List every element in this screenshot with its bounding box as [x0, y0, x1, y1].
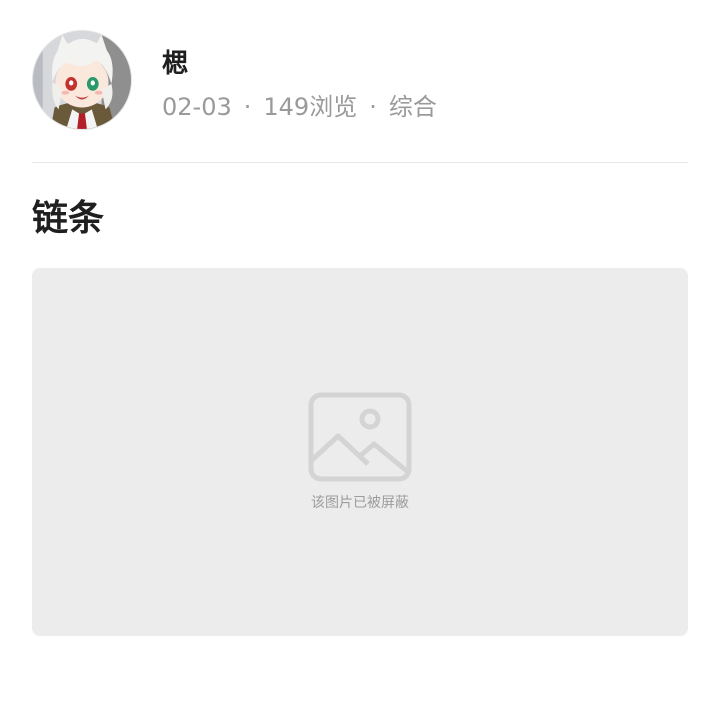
blocked-image-placeholder[interactable]: 该图片已被屏蔽 [32, 268, 688, 636]
post-date: 02-03 [162, 93, 232, 121]
post-title: 链条 [32, 198, 105, 239]
author-avatar[interactable] [32, 30, 132, 130]
post-header: 楒 02-03 · 149浏览 · 综合 [32, 30, 688, 130]
post-page: 楒 02-03 · 149浏览 · 综合 链条 该图片已被屏蔽 [0, 0, 720, 722]
author-name[interactable]: 楒 [162, 48, 188, 80]
post-category[interactable]: 综合 [389, 93, 437, 121]
blocked-image-caption: 该图片已被屏蔽 [311, 495, 409, 511]
header-divider [32, 162, 688, 163]
image-placeholder-icon [308, 392, 412, 482]
meta-separator: · [369, 93, 377, 121]
anime-avatar-icon [33, 31, 131, 129]
meta-separator: · [243, 93, 252, 121]
view-count: 149浏览 [263, 93, 358, 121]
post-meta: 02-03 · 149浏览 · 综合 [162, 90, 437, 124]
